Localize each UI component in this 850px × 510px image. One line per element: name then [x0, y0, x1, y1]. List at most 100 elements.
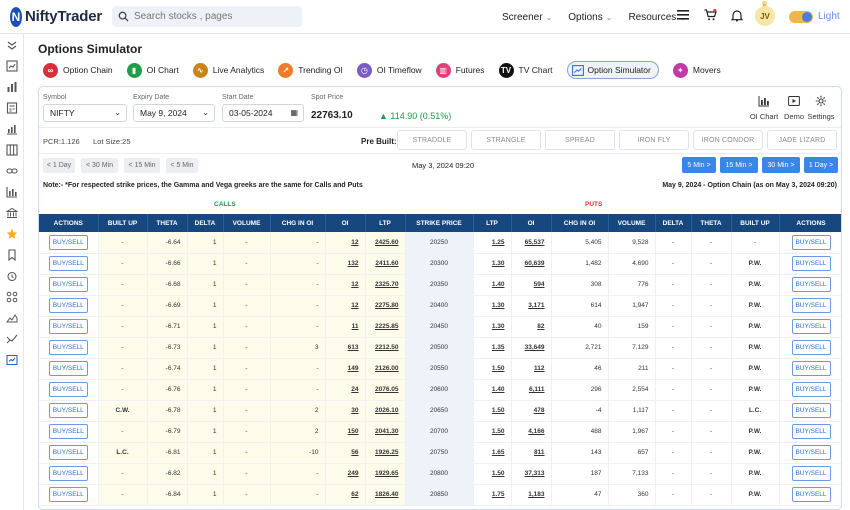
put-oi[interactable]: 37,313: [511, 463, 552, 485]
link-icon[interactable]: [6, 165, 18, 177]
call-buy-sell-button[interactable]: BUY/SELL: [48, 277, 88, 292]
forward-5-min-button[interactable]: 5 Min >: [682, 157, 716, 173]
analytics-icon[interactable]: [6, 123, 18, 135]
back-5-min-button[interactable]: < 5 Min: [166, 158, 198, 173]
call-oi[interactable]: 132: [325, 253, 366, 275]
put-buy-sell-button[interactable]: BUY/SELL: [791, 466, 831, 481]
put-oi[interactable]: 1,183: [511, 484, 552, 506]
call-oi[interactable]: 12: [325, 232, 366, 254]
call-buy-sell-button[interactable]: BUY/SELL: [48, 234, 88, 250]
trend-chart-icon[interactable]: [6, 60, 18, 72]
put-ltp[interactable]: 1.40: [473, 379, 512, 401]
call-oi[interactable]: 62: [325, 484, 366, 506]
call-oi[interactable]: 56: [325, 442, 366, 464]
scanner-icon[interactable]: [6, 291, 18, 303]
call-ltp[interactable]: 2126.00: [365, 358, 406, 380]
bank-icon[interactable]: [6, 207, 18, 219]
area-chart-icon[interactable]: [6, 312, 18, 324]
put-ltp[interactable]: 1.50: [473, 463, 512, 485]
put-buy-sell-button[interactable]: BUY/SELL: [791, 403, 831, 418]
search-box[interactable]: [112, 6, 302, 27]
simulator-icon[interactable]: [6, 354, 18, 366]
call-ltp[interactable]: 2275.80: [365, 295, 406, 317]
call-oi[interactable]: 149: [325, 358, 366, 380]
demo-tool[interactable]: Demo: [779, 95, 809, 121]
put-buy-sell-button[interactable]: BUY/SELL: [791, 361, 831, 376]
tab-oi-timeflow[interactable]: ◷ OI Timeflow: [356, 61, 422, 79]
call-ltp[interactable]: 2041.30: [365, 421, 406, 443]
call-ltp[interactable]: 2411.60: [365, 253, 406, 275]
menu-icon[interactable]: [676, 8, 690, 22]
tab-trending-oi[interactable]: ↗ Trending OI: [278, 61, 343, 79]
back-15-min-button[interactable]: < 15 Min: [124, 158, 160, 173]
put-oi[interactable]: 60,639: [511, 253, 552, 275]
expiry-select[interactable]: May 9, 2024 ⌄: [133, 104, 215, 122]
strategy-icon[interactable]: [6, 333, 18, 345]
start-date-input[interactable]: 03-05-2024 ▦: [222, 104, 304, 122]
call-ltp[interactable]: 2225.85: [365, 316, 406, 338]
tab-option-chain[interactable]: ∞ Option Chain: [43, 61, 113, 79]
put-ltp[interactable]: 1.50: [473, 400, 512, 422]
call-buy-sell-button[interactable]: BUY/SELL: [48, 403, 88, 418]
cart-icon[interactable]: [703, 8, 717, 22]
tab-tv-chart[interactable]: TV TV Chart: [498, 61, 553, 79]
call-buy-sell-button[interactable]: BUY/SELL: [48, 487, 88, 502]
tab-movers[interactable]: ✦ Movers: [672, 61, 721, 79]
collapse-icon[interactable]: [6, 39, 18, 51]
put-oi[interactable]: 82: [511, 316, 552, 338]
put-buy-sell-button[interactable]: BUY/SELL: [791, 234, 831, 250]
put-oi[interactable]: 112: [511, 358, 552, 380]
tab-futures[interactable]: ▥ Futures: [435, 61, 485, 79]
call-buy-sell-button[interactable]: BUY/SELL: [48, 445, 88, 460]
call-buy-sell-button[interactable]: BUY/SELL: [48, 466, 88, 481]
alarm-icon[interactable]: [6, 270, 18, 282]
call-buy-sell-button[interactable]: BUY/SELL: [48, 319, 88, 334]
call-ltp[interactable]: 1826.40: [365, 484, 406, 506]
tab-oi-chart[interactable]: ▮ OI Chart: [126, 61, 179, 79]
call-ltp[interactable]: 2425.60: [365, 232, 406, 254]
put-oi[interactable]: 811: [511, 442, 552, 464]
theme-toggle[interactable]: [789, 11, 813, 23]
put-buy-sell-button[interactable]: BUY/SELL: [791, 277, 831, 292]
oi-chart-tool[interactable]: OI Chart: [749, 95, 779, 121]
prebuilt-jade-lizard-button[interactable]: JADE LIZARD: [767, 130, 837, 150]
put-oi[interactable]: 33,649: [511, 337, 552, 359]
forward-15-min-button[interactable]: 15 Min >: [720, 157, 758, 173]
put-oi[interactable]: 65,537: [511, 232, 552, 254]
put-buy-sell-button[interactable]: BUY/SELL: [791, 487, 831, 502]
put-oi[interactable]: 3,171: [511, 295, 552, 317]
notification-bell-icon[interactable]: [730, 8, 744, 22]
bookmark-icon[interactable]: [6, 249, 18, 261]
prebuilt-straddle-button[interactable]: STRADDLE: [397, 130, 467, 150]
call-buy-sell-button[interactable]: BUY/SELL: [48, 361, 88, 376]
tab-option-simulator[interactable]: Option Simulator: [566, 61, 659, 79]
call-oi[interactable]: 11: [325, 316, 366, 338]
call-buy-sell-button[interactable]: BUY/SELL: [48, 382, 88, 397]
call-ltp[interactable]: 2076.05: [365, 379, 406, 401]
call-buy-sell-button[interactable]: BUY/SELL: [48, 256, 88, 271]
put-buy-sell-button[interactable]: BUY/SELL: [791, 298, 831, 313]
call-oi[interactable]: 12: [325, 274, 366, 296]
put-ltp[interactable]: 1.65: [473, 442, 512, 464]
call-ltp[interactable]: 1929.65: [365, 463, 406, 485]
call-ltp[interactable]: 2026.10: [365, 400, 406, 422]
calculator-icon[interactable]: [6, 102, 18, 114]
bar-chart-icon[interactable]: [6, 81, 18, 93]
back-30-min-button[interactable]: < 30 Min: [81, 158, 118, 173]
forward-30-min-button[interactable]: 30 Min >: [762, 157, 800, 173]
call-ltp[interactable]: 2325.70: [365, 274, 406, 296]
put-oi[interactable]: 6,111: [511, 379, 552, 401]
call-oi[interactable]: 24: [325, 379, 366, 401]
forward-1-day-button[interactable]: 1 Day >: [804, 157, 838, 173]
put-ltp[interactable]: 1.30: [473, 316, 512, 338]
put-buy-sell-button[interactable]: BUY/SELL: [791, 445, 831, 460]
symbol-select[interactable]: NIFTY ⌄: [43, 104, 127, 122]
nav-screener[interactable]: Screener ⌄: [502, 12, 552, 23]
columns-icon[interactable]: [6, 144, 18, 156]
put-buy-sell-button[interactable]: BUY/SELL: [791, 340, 831, 355]
put-buy-sell-button[interactable]: BUY/SELL: [791, 256, 831, 271]
settings-tool[interactable]: Settings: [806, 95, 836, 121]
tab-live-analytics[interactable]: ∿ Live Analytics: [192, 61, 264, 79]
put-ltp[interactable]: 1.40: [473, 274, 512, 296]
prebuilt-iron-condor-button[interactable]: IRON CONDOR: [693, 130, 763, 150]
